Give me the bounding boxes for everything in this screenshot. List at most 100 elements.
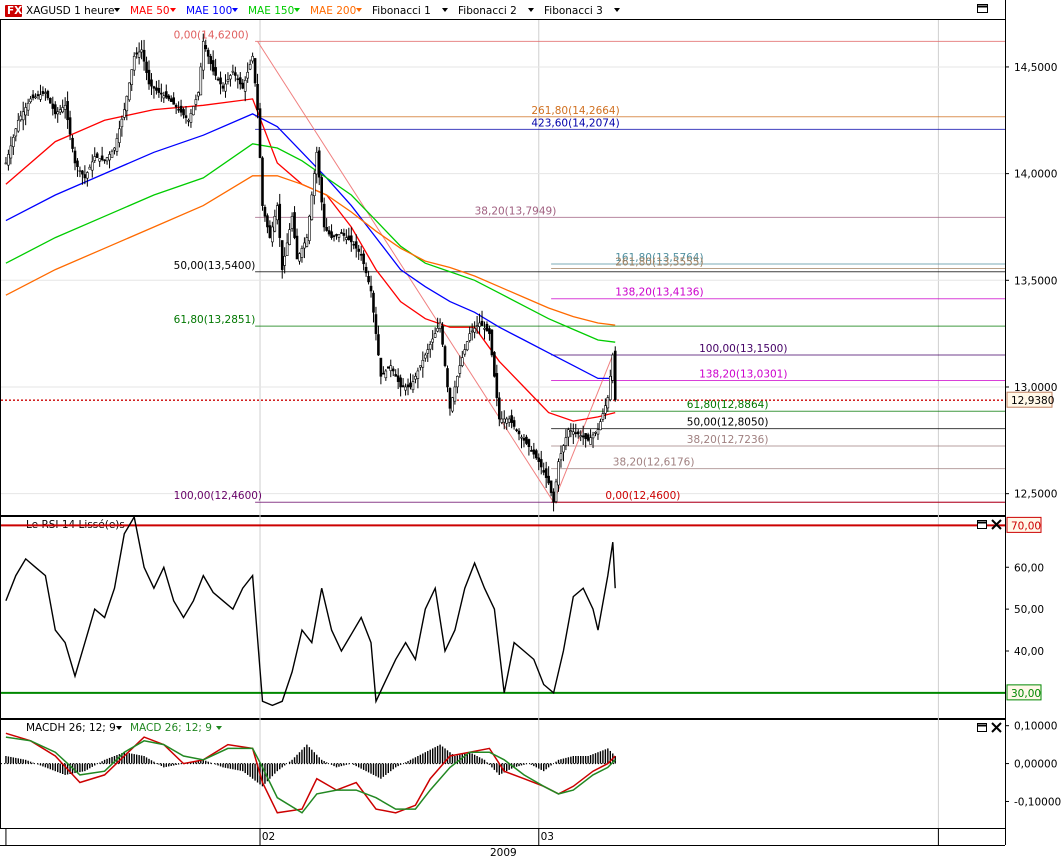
candle-body <box>253 58 257 84</box>
toolbar-item-0[interactable]: XAGUSD 1 heure <box>26 5 120 17</box>
candle-body <box>206 49 210 57</box>
candle-body <box>411 381 415 391</box>
candle-body <box>456 376 459 388</box>
toolbar-item-label[interactable]: Fibonacci 2 <box>458 5 517 17</box>
candle-body <box>145 61 148 73</box>
candle-body <box>406 384 410 388</box>
candle-body <box>271 226 274 243</box>
candle-body <box>497 397 501 420</box>
candle-body <box>246 71 249 79</box>
candle-body <box>576 431 580 435</box>
candle-body <box>396 375 400 382</box>
candle-body <box>589 437 592 445</box>
candle-body <box>39 94 42 100</box>
candle-body <box>554 481 558 502</box>
candle-body <box>34 96 37 99</box>
toolbar-item-label[interactable]: MAE 150 <box>248 5 294 17</box>
candle-body <box>78 170 82 172</box>
candle-body <box>303 242 306 249</box>
fx-logo-label: FX <box>7 5 22 17</box>
toolbar-item-label[interactable]: Fibonacci 3 <box>544 5 603 17</box>
candle-body <box>221 85 225 89</box>
candle-body <box>248 63 252 70</box>
toolbar-item-label[interactable]: MAE 50 <box>130 5 170 17</box>
candle-body <box>527 439 531 448</box>
toolbar-item-2[interactable]: MAE 100 <box>186 5 238 17</box>
candle-body <box>475 325 479 327</box>
restore-button[interactable] <box>977 723 987 732</box>
restore-button[interactable] <box>977 520 987 529</box>
toolbar-item-4[interactable]: MAE 200 <box>310 5 362 17</box>
candle-body <box>68 117 72 135</box>
candle-body <box>384 370 388 379</box>
candle-body <box>349 235 353 243</box>
candle-body <box>201 41 205 71</box>
candle-body <box>71 137 74 149</box>
candle-body <box>81 170 84 175</box>
candle-body <box>544 468 548 478</box>
rsi-tick-label: 60,00 <box>1014 562 1044 574</box>
candle-body <box>421 360 425 368</box>
candle-body <box>283 255 286 266</box>
candle-body <box>391 368 395 372</box>
candle-body <box>29 98 32 103</box>
toolbar-item-label[interactable]: XAGUSD 1 heure <box>26 5 114 17</box>
candle-body <box>108 154 111 161</box>
candle-body <box>160 92 163 95</box>
candle-body <box>4 162 8 165</box>
candle-body <box>414 376 417 380</box>
candle-body <box>382 372 385 375</box>
candle-body <box>234 72 237 76</box>
candle-body <box>88 166 92 170</box>
candle-body <box>278 203 282 238</box>
candle-body <box>14 128 18 137</box>
candle-body <box>369 285 373 292</box>
candle-body <box>579 435 583 438</box>
price-tick-label: 12,5000 <box>1014 489 1057 501</box>
candle-body <box>448 388 452 409</box>
candle-body <box>367 276 370 283</box>
candle-body <box>463 349 467 355</box>
candle-body <box>352 243 356 246</box>
time-tick-label: 03 <box>541 831 554 843</box>
candle-body <box>182 109 185 116</box>
candle-body <box>184 115 188 118</box>
candle-body <box>436 328 439 332</box>
candle-body <box>362 253 365 265</box>
candle-body <box>263 206 267 217</box>
toolbar-item-1[interactable]: MAE 50 <box>130 5 176 17</box>
candle-body <box>547 475 550 484</box>
toolbar-item-label[interactable]: MAE 200 <box>310 5 356 17</box>
candle-body <box>261 157 264 206</box>
toolbar-item-label[interactable]: Fibonacci 1 <box>372 5 431 17</box>
candle-body <box>300 247 304 258</box>
candle-body <box>510 415 513 424</box>
fibonacci-label: 100,00(13,1500) <box>699 343 787 355</box>
candle-body <box>581 435 585 438</box>
candle-body <box>95 153 99 158</box>
candle-body <box>386 366 390 369</box>
current-price-label: 12,9380 <box>1011 395 1054 407</box>
maximize-button[interactable] <box>977 4 988 13</box>
candle-body <box>332 235 336 237</box>
macd-series-title: MACD 26; 12; 9 <box>130 722 212 734</box>
candle-body <box>132 55 136 71</box>
candle-body <box>258 108 262 158</box>
candle-body <box>468 333 471 341</box>
candle-body <box>46 90 50 99</box>
candle-body <box>49 98 52 104</box>
candle-body <box>174 104 178 108</box>
candle-body <box>226 79 230 82</box>
toolbar-item-3[interactable]: MAE 150 <box>248 5 300 17</box>
candle-body <box>295 235 299 260</box>
candle-body <box>103 159 106 162</box>
candle-body <box>155 87 158 91</box>
toolbar-item-label[interactable]: MAE 100 <box>186 5 232 17</box>
candle-body <box>9 145 13 159</box>
candle-body <box>574 432 578 434</box>
fibonacci-label: 138,20(13,4136) <box>615 287 703 299</box>
candle-body <box>567 429 570 438</box>
candle-body <box>44 92 47 94</box>
candle-body <box>16 119 20 132</box>
fibonacci-label: 0,00(14,6200) <box>174 29 249 41</box>
